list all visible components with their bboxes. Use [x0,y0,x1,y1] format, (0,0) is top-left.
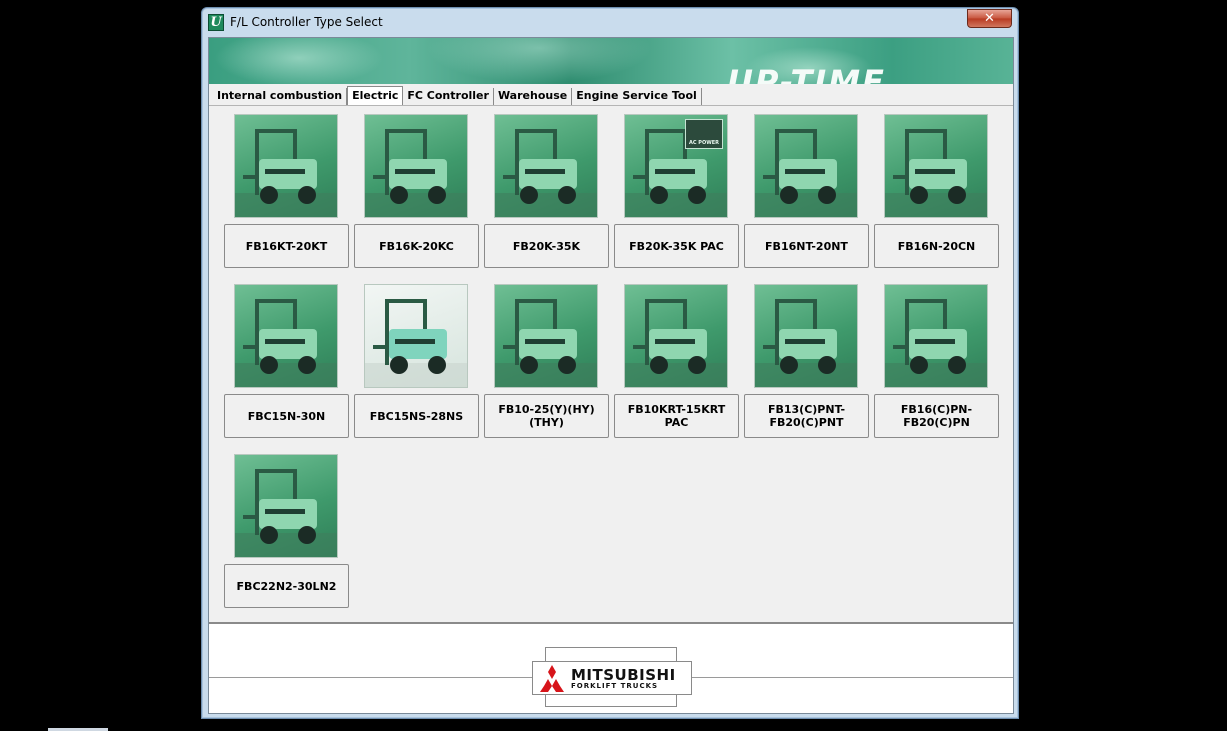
model-thumbnail[interactable] [884,114,988,218]
forklift-photo-icon [365,129,467,217]
model-item: FB16KT-20KT [224,114,349,268]
forklift-photo-icon [755,129,857,217]
model-thumbnail[interactable] [364,284,468,388]
model-select-button[interactable]: FBC15NS-28NS [354,394,479,438]
tab-electric[interactable]: Electric [347,86,404,106]
ac-power-badge: AC POWER [685,119,723,149]
model-thumbnail[interactable] [754,284,858,388]
app-icon: U [208,14,224,31]
forklift-photo-icon [495,129,597,217]
forklift-photo-icon [235,469,337,557]
model-item: FBC15N-30N [224,284,349,438]
electric-tab-panel: FB16KT-20KT FB16K-20KC FB20K-35K AC POWE… [209,105,1013,622]
model-thumbnail[interactable] [624,284,728,388]
uptime-banner: UP-TIME [209,38,1013,84]
forklift-photo-icon [235,129,337,217]
model-thumbnail[interactable] [494,284,598,388]
model-thumbnail[interactable] [884,284,988,388]
model-item: FB10KRT-15KRT PAC [614,284,739,438]
model-item: FB16N-20CN [874,114,999,268]
model-thumbnail[interactable] [754,114,858,218]
close-button[interactable]: ✕ [967,9,1012,28]
title-bar[interactable]: U F/L Controller Type Select ✕ [202,8,1018,37]
logo-frame: MITSUBISHI FORKLIFT TRUCKS [532,647,692,707]
tab-strip: Internal combustion Electric FC Controll… [213,85,702,106]
model-select-button[interactable]: FB20K-35K [484,224,609,268]
model-select-button[interactable]: FBC22N2-30LN2 [224,564,349,608]
model-item: FB16(C)PN-FB20(C)PN [874,284,999,438]
tab-warehouse[interactable]: Warehouse [493,88,573,105]
model-item: FBC15NS-28NS [354,284,479,438]
model-item: FBC22N2-30LN2 [224,454,349,608]
model-thumbnail[interactable] [234,454,338,558]
model-select-button[interactable]: FB16NT-20NT [744,224,869,268]
model-thumbnail[interactable] [234,284,338,388]
forklift-photo-icon [885,129,987,217]
model-select-button[interactable]: FBC15N-30N [224,394,349,438]
three-diamonds-icon [540,665,564,692]
forklift-photo-icon [755,299,857,387]
tab-engine-service-tool[interactable]: Engine Service Tool [572,88,702,105]
model-select-button[interactable]: FB16(C)PN-FB20(C)PN [874,394,999,438]
model-select-button[interactable]: FB20K-35K PAC [614,224,739,268]
controller-type-select-window: U F/L Controller Type Select ✕ UP-TIME I… [201,7,1019,719]
client-area: UP-TIME Internal combustion Electric FC … [208,37,1014,714]
model-thumbnail[interactable] [364,114,468,218]
forklift-photo-icon [625,299,727,387]
model-item: AC POWER FB20K-35K PAC [614,114,739,268]
model-item: FB20K-35K [484,114,609,268]
tab-fc-controller[interactable]: FC Controller [403,88,494,105]
window-title: F/L Controller Type Select [230,15,383,29]
model-select-button[interactable]: FB16N-20CN [874,224,999,268]
mitsubishi-logo: MITSUBISHI FORKLIFT TRUCKS [532,661,692,695]
tab-internal-combustion[interactable]: Internal combustion [213,88,348,105]
model-select-button[interactable]: FB16K-20KC [354,224,479,268]
model-thumbnail[interactable] [494,114,598,218]
model-item: FB16NT-20NT [744,114,869,268]
model-item: FB13(C)PNT-FB20(C)PNT [744,284,869,438]
model-select-button[interactable]: FB16KT-20KT [224,224,349,268]
model-select-button[interactable]: FB10-25(Y)(HY)(THY) [484,394,609,438]
forklift-photo-icon [365,299,467,387]
forklift-photo-icon [885,299,987,387]
model-thumbnail[interactable]: AC POWER [624,114,728,218]
model-thumbnail[interactable] [234,114,338,218]
forklift-photo-icon [235,299,337,387]
model-item: FB16K-20KC [354,114,479,268]
model-item: FB10-25(Y)(HY)(THY) [484,284,609,438]
logo-subtitle: FORKLIFT TRUCKS [571,682,659,690]
model-select-button[interactable]: FB13(C)PNT-FB20(C)PNT [744,394,869,438]
forklift-photo-icon [495,299,597,387]
banner-text: UP-TIME [727,63,886,84]
footer: MITSUBISHI FORKLIFT TRUCKS [209,622,1013,713]
model-select-button[interactable]: FB10KRT-15KRT PAC [614,394,739,438]
